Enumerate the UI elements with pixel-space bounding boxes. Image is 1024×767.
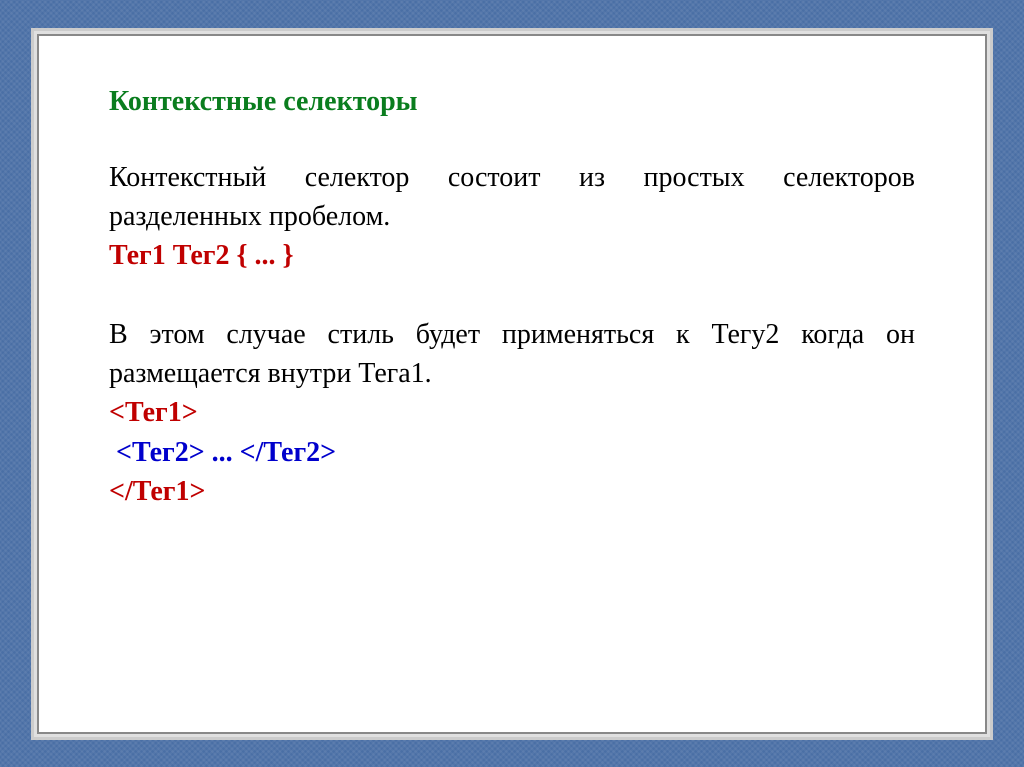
slide-container: Контекстные селекторы Контекстный селект…	[37, 34, 987, 734]
tag1-close: </Тег1>	[109, 476, 205, 507]
code-example: <Тег1> <Тег2> ... </Тег2> </Тег1>	[109, 393, 915, 511]
tag1-open: <Тег1>	[109, 397, 198, 428]
spacer	[109, 275, 915, 315]
paragraph-explanation: В этом случае стиль будет применяться к …	[109, 315, 915, 393]
tag1-close-line: </Тег1>	[109, 472, 915, 511]
slide-title: Контекстные селекторы	[109, 86, 915, 118]
tag2-line: <Тег2> ... </Тег2>	[109, 433, 915, 472]
ellipsis: ...	[205, 437, 240, 468]
tag2-close: </Тег2>	[240, 437, 336, 468]
paragraph-intro: Контекстный селектор состоит из простых …	[109, 158, 915, 236]
tag1-open-line: <Тег1>	[109, 393, 915, 432]
syntax-line: Тег1 Тег2 { ... }	[109, 236, 915, 275]
tag2-open: <Тег2>	[116, 437, 205, 468]
